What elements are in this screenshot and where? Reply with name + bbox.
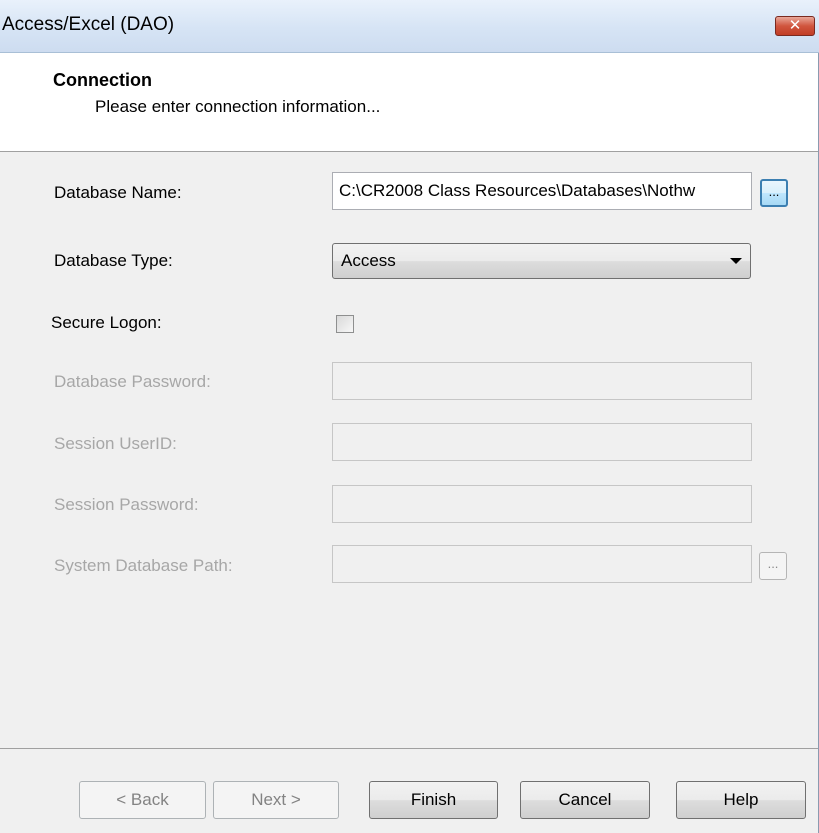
- window-title: Access/Excel (DAO): [2, 14, 175, 35]
- database-type-label: Database Type:: [54, 251, 173, 270]
- close-icon: ✕: [788, 17, 802, 34]
- session-userid-label: Session UserID:: [54, 434, 177, 453]
- session-password-label: Session Password:: [54, 495, 199, 514]
- finish-button[interactable]: Finish: [369, 781, 498, 819]
- database-name-input[interactable]: C:\CR2008 Class Resources\Databases\Noth…: [332, 172, 752, 210]
- help-button[interactable]: Help: [676, 781, 806, 819]
- title-bar[interactable]: Access/Excel (DAO) ✕: [0, 0, 819, 53]
- close-button[interactable]: ✕: [775, 16, 815, 36]
- database-name-label: Database Name:: [54, 183, 182, 202]
- cancel-button[interactable]: Cancel: [520, 781, 650, 819]
- database-type-select[interactable]: Access: [332, 243, 751, 279]
- database-password-input[interactable]: [332, 362, 752, 400]
- database-type-value: Access: [341, 251, 396, 270]
- database-name-browse-button[interactable]: ...: [760, 179, 788, 207]
- dialog-window: Access/Excel (DAO) ✕ Connection Please e…: [0, 0, 819, 833]
- ellipsis-icon: ...: [767, 556, 779, 571]
- page-subtitle: Please enter connection information...: [95, 97, 381, 116]
- footer-divider: [0, 748, 818, 749]
- system-database-path-browse-button[interactable]: ...: [759, 552, 787, 580]
- secure-logon-label: Secure Logon:: [51, 313, 162, 332]
- secure-logon-checkbox[interactable]: [336, 315, 354, 333]
- session-userid-input[interactable]: [332, 423, 752, 461]
- next-button[interactable]: Next >: [213, 781, 339, 819]
- back-button[interactable]: < Back: [79, 781, 206, 819]
- session-password-input[interactable]: [332, 485, 752, 523]
- ellipsis-icon: ...: [768, 184, 780, 199]
- chevron-down-icon: [730, 258, 742, 264]
- system-database-path-label: System Database Path:: [54, 556, 233, 575]
- system-database-path-input[interactable]: [332, 545, 752, 583]
- database-password-label: Database Password:: [54, 372, 211, 391]
- wizard-header: Connection Please enter connection infor…: [0, 53, 818, 152]
- page-title: Connection: [53, 70, 152, 90]
